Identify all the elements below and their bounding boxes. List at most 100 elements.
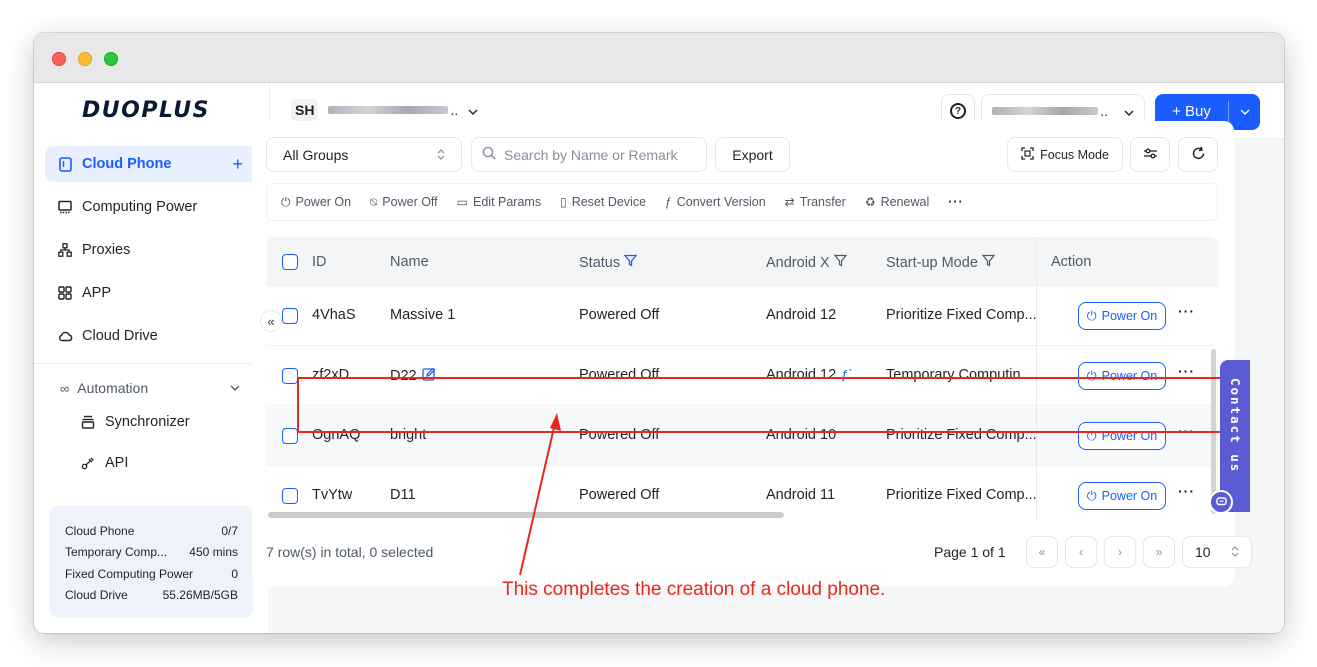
edit-params-action[interactable]: ▭ Edit Params (457, 195, 541, 209)
quota-row: Cloud Drive 55.26MB/5GB (65, 585, 238, 607)
contact-us-tab[interactable]: Contact us (1220, 360, 1250, 512)
device-android-version: Android 11 (766, 487, 836, 503)
edit-params-icon: ▭ (456, 195, 468, 209)
group-select[interactable]: All Groups (266, 137, 462, 172)
device-status: Powered Off (579, 307, 660, 323)
sidebar-item-proxies[interactable]: Proxies (45, 232, 257, 268)
tool-label: Power On (295, 195, 352, 209)
prev-page-button[interactable]: ‹ (1065, 536, 1097, 568)
group-select-value: All Groups (283, 146, 349, 163)
renewal-action[interactable]: ♻ Renewal (865, 195, 929, 209)
sidebar-item-cloud-drive[interactable]: Cloud Drive (45, 318, 257, 354)
first-page-button[interactable]: « (1026, 536, 1058, 568)
annotation-arrow (519, 413, 561, 576)
power-off-icon: ⍉ (370, 194, 378, 209)
column-header-status[interactable]: Status (579, 254, 638, 271)
contact-us-label: Contact us (1228, 378, 1243, 474)
power-on-action[interactable]: ⏻ Power On (281, 195, 351, 210)
automation-label: Automation (77, 380, 149, 396)
redacted-account-name (992, 107, 1099, 115)
power-off-action[interactable]: ⍉ Power Off (370, 195, 438, 210)
column-settings-button[interactable] (1130, 137, 1170, 172)
filter-icon[interactable] (623, 254, 638, 271)
column-header-id: ID (312, 254, 327, 270)
power-on-button[interactable]: ⏻ Power On (1078, 302, 1166, 330)
minimize-window-button[interactable] (78, 52, 92, 66)
sidebar-item-app[interactable]: APP (45, 275, 257, 311)
convert-version-action[interactable]: ƒ Convert Version (665, 195, 766, 209)
redacted-team-name (328, 106, 449, 114)
team-selector[interactable]: SH .. (291, 99, 478, 121)
monitor-icon (57, 199, 73, 215)
column-header-android[interactable]: Android X (766, 254, 847, 271)
sidebar-divider (34, 363, 270, 364)
refresh-icon (1191, 146, 1206, 164)
export-label: Export (732, 146, 773, 163)
device-startup-mode: Prioritize Fixed Comp... (886, 307, 1037, 323)
transfer-action[interactable]: ⇄ Transfer (785, 195, 846, 209)
team-badge: SH (291, 99, 319, 121)
column-header-name: Name (390, 254, 429, 270)
quota-panel: Cloud Phone 0/7 Temporary Comp... 450 mins… (50, 506, 253, 618)
cloud-phone-panel: All Groups Search by Name or Remark Expo… (252, 121, 1252, 586)
batch-action-toolbar: ⏻ Power On ⍉ Power Off ▭ Edit Params ▯ Reset… (266, 183, 1218, 221)
sidebar-item-synchronizer[interactable]: Synchronizer (80, 414, 190, 430)
more-actions-button[interactable]: ··· (948, 195, 964, 209)
sidebar-group-automation[interactable]: ∞ Automation (60, 380, 240, 396)
power-on-button[interactable]: ⏻ Power On (1078, 482, 1166, 510)
row-more-button[interactable]: ··· (1178, 483, 1195, 499)
row-checkbox[interactable] (282, 308, 298, 324)
search-input[interactable]: Search by Name or Remark (504, 147, 678, 163)
row-checkbox[interactable] (282, 428, 298, 444)
quota-value: 55.26MB/5GB (162, 588, 238, 603)
table-row[interactable]: 4VhaS Massive 1 Powered Off Android 12 P… (266, 287, 1218, 346)
select-all-checkbox[interactable] (282, 254, 298, 270)
tool-label: Power Off (382, 195, 438, 209)
table-header: ID Name Status Android X Start-up Mode A… (266, 237, 1218, 287)
export-button[interactable]: Export (715, 137, 790, 172)
column-header-label: Start-up Mode (886, 254, 978, 271)
row-more-button[interactable]: ··· (1178, 303, 1195, 319)
sidebar-item-api[interactable]: API (80, 455, 128, 471)
search-icon (482, 146, 496, 163)
power-icon: ⏻ (1086, 308, 1097, 323)
filter-icon[interactable] (833, 254, 847, 271)
row-checkbox[interactable] (282, 368, 298, 384)
selection-summary: 7 row(s) in total, 0 selected (266, 544, 434, 560)
sidebar-item-cloud-phone[interactable]: Cloud Phone + (45, 146, 257, 182)
sidebar-item-label: Proxies (82, 242, 131, 258)
transfer-icon: ⇄ (784, 195, 795, 209)
reset-device-action[interactable]: ▯ Reset Device (560, 195, 646, 209)
close-window-button[interactable] (52, 52, 66, 66)
sidebar-item-label: API (105, 455, 129, 471)
annotation-caption: This completes the creation of a cloud p… (502, 579, 886, 600)
last-page-button[interactable]: » (1143, 536, 1175, 568)
buy-dropdown-button[interactable] (1229, 106, 1260, 118)
refresh-button[interactable] (1178, 137, 1218, 172)
quota-value: 0/7 (221, 523, 238, 538)
next-page-button[interactable]: › (1104, 536, 1136, 568)
row-checkbox[interactable] (282, 488, 298, 504)
add-cloud-phone-icon[interactable]: + (232, 154, 243, 175)
device-name: D11 (390, 487, 416, 503)
filter-icon[interactable] (981, 254, 996, 271)
focus-mode-button[interactable]: Focus Mode (1007, 137, 1123, 172)
page-label: Page 1 of 1 (934, 544, 1006, 560)
device-id: 4VhaS (312, 307, 356, 323)
chevron-down-icon (468, 102, 478, 118)
zoom-window-button[interactable] (104, 52, 118, 66)
chat-bubble-icon[interactable] (1209, 490, 1233, 514)
phone-icon (57, 156, 73, 172)
focus-mode-label: Focus Mode (1040, 147, 1109, 162)
column-header-startup-mode[interactable]: Start-up Mode (886, 254, 996, 271)
tool-label: Renewal (880, 195, 930, 209)
sliders-icon (1143, 147, 1158, 163)
page-size-select[interactable]: 10 (1182, 536, 1252, 568)
collapse-sidebar-button[interactable]: « (260, 310, 282, 332)
quota-label: Cloud Phone (65, 523, 135, 538)
search-box[interactable]: Search by Name or Remark (471, 137, 707, 172)
power-on-label: Power On (1101, 489, 1158, 503)
buy-button[interactable]: + Buy (1155, 101, 1229, 123)
convert-icon: ƒ (665, 195, 672, 209)
sidebar-item-computing-power[interactable]: Computing Power (45, 189, 257, 225)
